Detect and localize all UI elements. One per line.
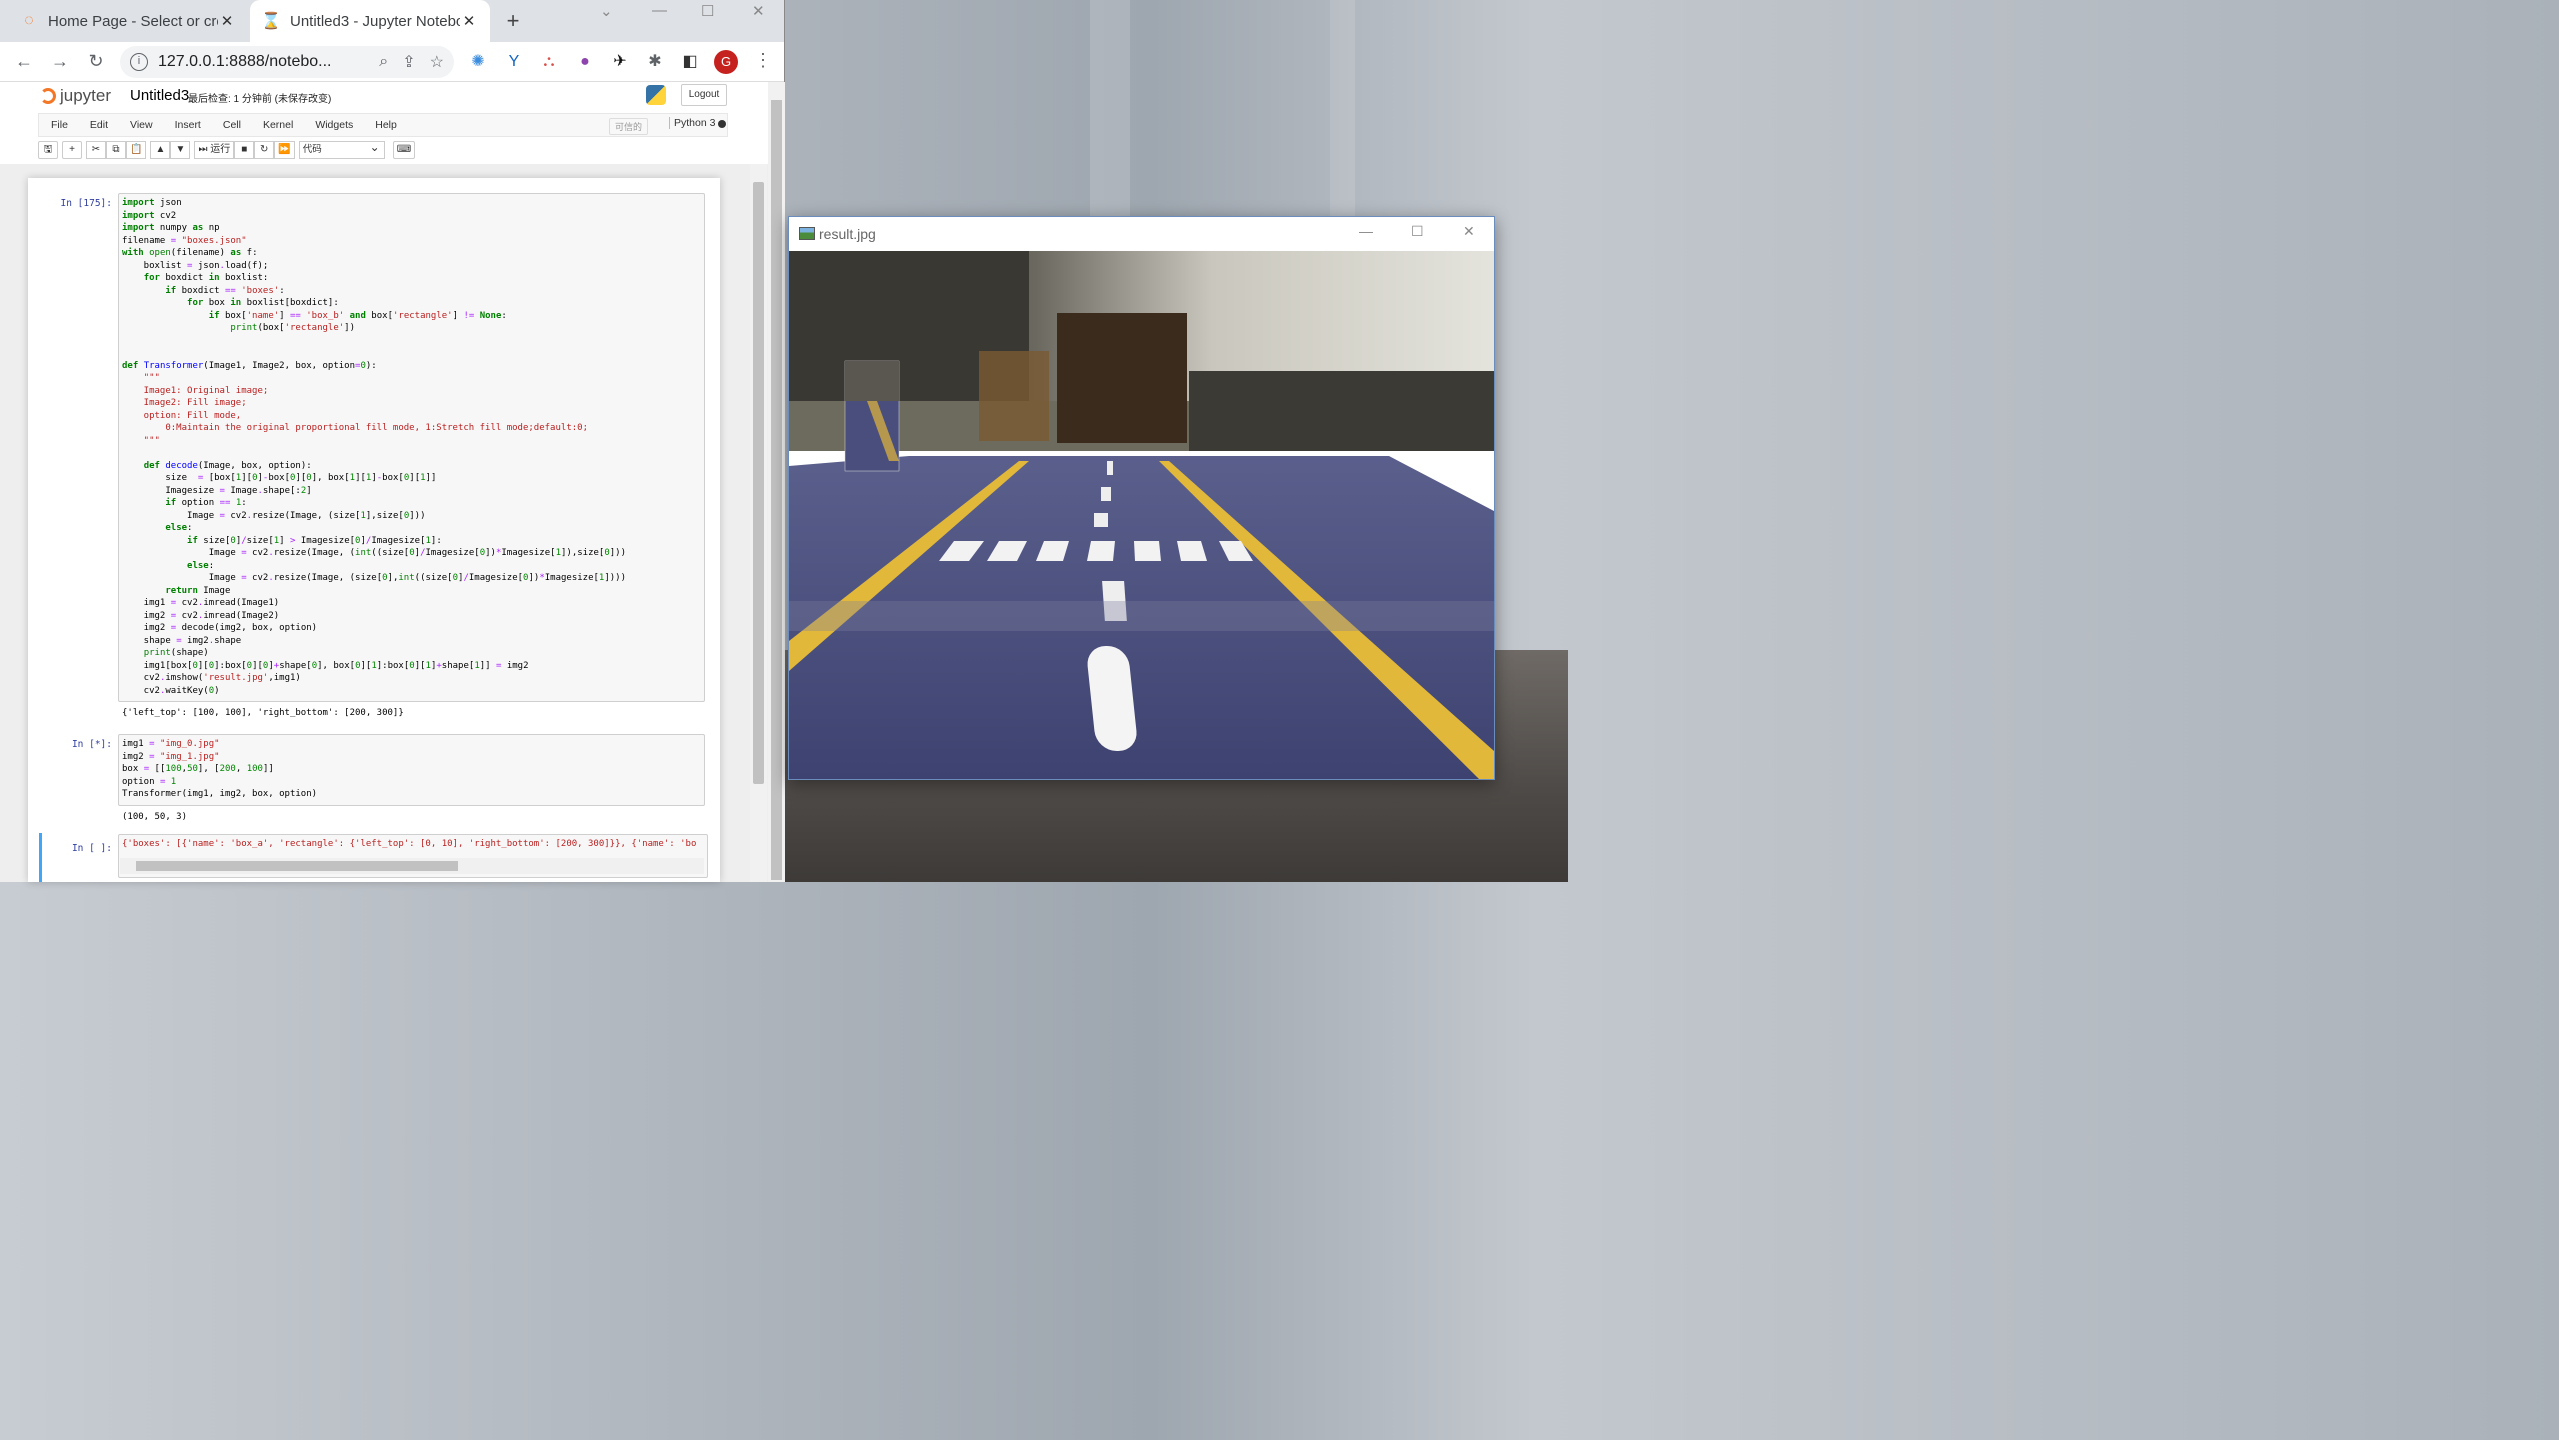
horizontal-scrollbar[interactable] <box>120 858 704 874</box>
tab-untitled3[interactable]: ⌛ Untitled3 - Jupyter Notebook ✕ <box>250 0 490 42</box>
maximize-icon[interactable]: ☐ <box>1411 223 1424 240</box>
keyboard-icon[interactable]: ⌨ <box>392 141 416 159</box>
minimize-icon[interactable]: — <box>652 2 667 19</box>
cell-prompt: In [*]: <box>71 739 112 750</box>
menu-widgets[interactable]: Widgets <box>305 119 363 131</box>
code-line: {'boxes': [{'name': 'box_a', 'rectangle'… <box>122 839 697 849</box>
move-up-icon[interactable]: ▲ <box>150 141 171 159</box>
python-icon <box>646 85 666 105</box>
notebook-title[interactable]: Untitled3 <box>130 87 189 104</box>
hourglass-icon: ⌛ <box>261 13 281 30</box>
close-icon[interactable]: ✕ <box>1463 223 1475 240</box>
star-icon[interactable]: ☆ <box>430 52 444 72</box>
puzzle-icon[interactable]: ✱ <box>644 51 666 73</box>
run-button[interactable]: ⏭ 运行 <box>194 141 235 159</box>
scrollbar-thumb[interactable] <box>771 100 782 880</box>
menu-kernel[interactable]: Kernel <box>253 119 303 131</box>
road-scene-image <box>789 251 1494 779</box>
back-icon[interactable]: ← <box>10 51 38 72</box>
menu-help[interactable]: Help <box>365 119 407 131</box>
reload-icon[interactable]: ↻ <box>82 51 110 72</box>
sidepanel-icon[interactable]: ◧ <box>679 51 701 73</box>
menu-cell[interactable]: Cell <box>213 119 251 131</box>
tab-home-page[interactable]: ◌ Home Page - Select or create ✕ <box>8 0 248 42</box>
browser-window: ◌ Home Page - Select or create ✕ ⌛ Untit… <box>0 0 785 882</box>
cell-type-select[interactable]: 代码 <box>298 139 385 159</box>
copy-icon[interactable]: ⧉ <box>106 141 126 159</box>
checkpoint-status: 最后检查: 1 分钟前 (未保存改变) <box>188 94 332 105</box>
extension-figure-icon[interactable]: ⛬ <box>538 51 560 73</box>
tab-title: Home Page - Select or create <box>48 12 218 30</box>
kernel-name: Python 3 <box>669 117 715 129</box>
cell-output: (100, 50, 3) <box>122 812 188 822</box>
stop-icon[interactable]: ■ <box>234 141 255 159</box>
new-tab-button[interactable]: + <box>500 8 526 34</box>
menu-file[interactable]: File <box>41 119 78 131</box>
notebook-container: In [175]: import json import cv2 import … <box>28 178 720 882</box>
move-group: ▲ ▼ <box>150 141 191 159</box>
tab-title: Untitled3 - Jupyter Notebook <box>290 12 460 30</box>
cut-icon[interactable]: ✂ <box>86 141 106 159</box>
menu-view[interactable]: View <box>120 119 163 131</box>
info-icon[interactable]: i <box>130 53 148 71</box>
run-group: ⏭ 运行 ■ ↻ ⏩ <box>194 141 295 159</box>
menu-icon[interactable]: ⋮ <box>754 50 772 71</box>
page-scrollbar[interactable] <box>768 82 785 882</box>
maximize-icon[interactable]: ☐ <box>701 2 714 20</box>
jupyter-header: jupyter Untitled3 最后检查: 1 分钟前 (未保存改变) Lo… <box>0 82 768 112</box>
image-icon <box>799 227 815 240</box>
extension-globe-icon[interactable]: ✺ <box>467 51 489 73</box>
extension-bird-icon[interactable]: ✈ <box>609 51 631 73</box>
cell-prompt: In [ ]: <box>71 843 112 854</box>
cell-prompt: In [175]: <box>60 198 112 209</box>
url-text[interactable]: 127.0.0.1:8888/notebo... <box>158 53 365 71</box>
window-titlebar[interactable]: result.jpg — ☐ ✕ <box>789 217 1494 251</box>
menu-insert[interactable]: Insert <box>165 119 211 131</box>
jupyter-icon: ◌ <box>24 12 34 29</box>
minimize-icon[interactable]: — <box>1359 223 1373 239</box>
logo-text: jupyter <box>60 86 112 105</box>
close-icon[interactable]: ✕ <box>460 12 478 30</box>
restart-icon[interactable]: ↻ <box>254 141 275 159</box>
jupyter-logo[interactable]: jupyter <box>40 86 111 106</box>
selected-cell-indicator <box>39 833 42 882</box>
scrollbar-thumb[interactable] <box>136 861 458 871</box>
insert-cell-button[interactable]: + <box>62 141 82 159</box>
chevron-down-icon[interactable]: ⌄ <box>600 2 613 20</box>
extension-v-icon[interactable]: Y <box>503 51 525 73</box>
cell-output: {'left_top': [100, 100], 'right_bottom':… <box>122 708 404 718</box>
zoom-icon[interactable]: ⌕ <box>379 53 388 71</box>
tab-strip: ◌ Home Page - Select or create ✕ ⌛ Untit… <box>0 0 784 42</box>
clipboard-group: ✂ ⧉ 📋 <box>86 141 147 159</box>
notebook-scrollbar[interactable] <box>750 164 767 882</box>
result-image <box>789 251 1494 779</box>
jupyter-icon <box>40 88 56 104</box>
browser-toolbar: ← → ↻ i 127.0.0.1:8888/notebo... ⌕ ⇪ ☆ ✺… <box>0 42 784 82</box>
avatar[interactable]: G <box>714 50 738 74</box>
paste-icon[interactable]: 📋 <box>126 141 147 159</box>
kernel-busy-indicator <box>718 120 726 128</box>
menu-edit[interactable]: Edit <box>80 119 118 131</box>
extension-circle-icon[interactable]: ● <box>574 51 596 73</box>
close-icon[interactable]: ✕ <box>218 12 236 30</box>
forward-icon[interactable]: → <box>46 51 74 72</box>
notebook-toolbar: 🖫 + ✂ ⧉ 📋 ▲ ▼ ⏭ 运行 ■ ↻ ⏩ 代码 ⌨ <box>38 139 419 160</box>
result-image-window: result.jpg — ☐ ✕ <box>788 216 1495 780</box>
code-cell-editor[interactable]: import json import cv2 import numpy as n… <box>118 193 705 702</box>
logout-button[interactable]: Logout <box>681 84 727 106</box>
share-icon[interactable]: ⇪ <box>402 52 415 72</box>
address-bar[interactable]: i 127.0.0.1:8888/notebo... ⌕ ⇪ ☆ <box>120 46 454 78</box>
run-label: 运行 <box>210 144 231 155</box>
scrollbar-thumb[interactable] <box>753 182 764 784</box>
restart-run-all-icon[interactable]: ⏩ <box>274 141 295 159</box>
code-cell-editor[interactable]: img1 = "img_0.jpg" img2 = "img_1.jpg" bo… <box>118 734 705 806</box>
menu-bar: File Edit View Insert Cell Kernel Widget… <box>38 113 728 137</box>
move-down-icon[interactable]: ▼ <box>170 141 191 159</box>
trusted-badge[interactable]: 可信的 <box>609 118 649 135</box>
save-icon[interactable]: 🖫 <box>38 141 58 159</box>
close-window-icon[interactable]: ✕ <box>752 2 765 20</box>
window-title: result.jpg <box>819 226 876 242</box>
